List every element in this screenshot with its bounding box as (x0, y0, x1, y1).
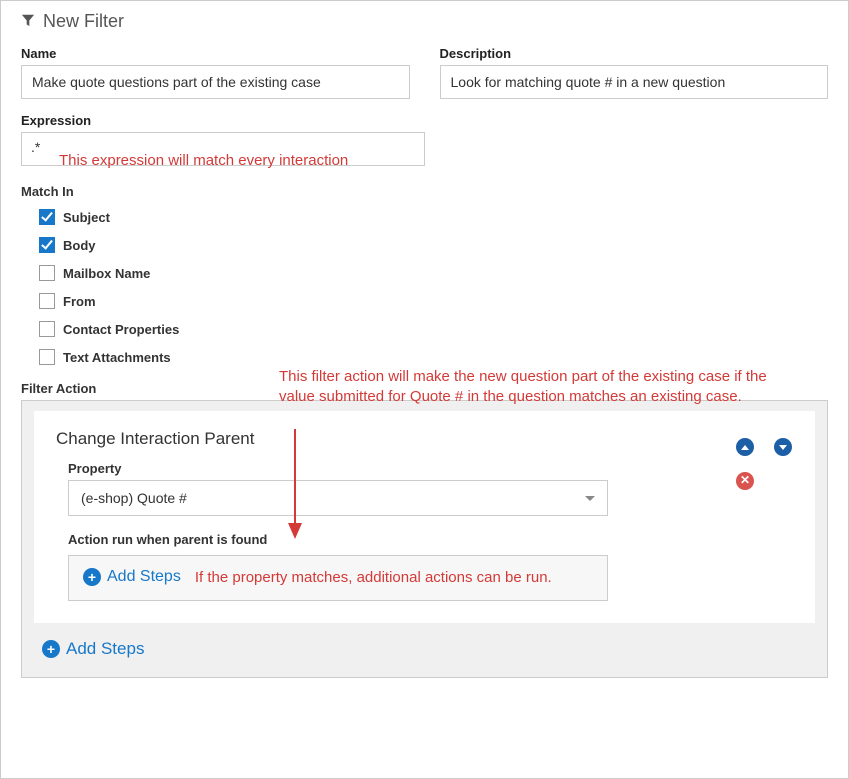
expression-input[interactable] (21, 132, 425, 166)
filter-action-label: Filter Action (21, 381, 828, 396)
add-steps-label: Add Steps (107, 568, 181, 586)
property-select-value: (e-shop) Quote # (81, 490, 187, 506)
checkbox-label: Subject (63, 210, 110, 225)
checkbox-subject[interactable] (39, 209, 55, 225)
checkbox-body[interactable] (39, 237, 55, 253)
property-select[interactable]: (e-shop) Quote # (68, 480, 608, 516)
checkbox-label: Text Attachments (63, 350, 171, 365)
chevron-down-icon (585, 496, 595, 501)
form-header: New Filter (21, 11, 828, 32)
checkbox-text-attachments[interactable] (39, 349, 55, 365)
plus-icon: + (42, 640, 60, 658)
match-item-body[interactable]: Body (21, 231, 828, 259)
match-in-list: Subject Body Mailbox Name From Contact P… (21, 203, 828, 371)
checkbox-label: Body (63, 238, 96, 253)
checkbox-from[interactable] (39, 293, 55, 309)
match-item-from[interactable]: From (21, 287, 828, 315)
annotation-substeps: If the property matches, additional acti… (195, 568, 552, 588)
filter-action-panel: Change Interaction Parent Property (e-sh… (21, 400, 828, 678)
move-down-button[interactable] (773, 437, 793, 457)
match-item-text-attachments[interactable]: Text Attachments (21, 343, 828, 371)
description-label: Description (440, 46, 829, 61)
description-input[interactable] (440, 65, 829, 99)
filter-icon (21, 11, 35, 32)
action-card: Change Interaction Parent Property (e-sh… (34, 411, 815, 623)
checkbox-mailbox-name[interactable] (39, 265, 55, 281)
arrow-down-icon (779, 445, 787, 450)
name-input[interactable] (21, 65, 410, 99)
match-item-mailbox-name[interactable]: Mailbox Name (21, 259, 828, 287)
match-item-contact-properties[interactable]: Contact Properties (21, 315, 828, 343)
new-filter-form: New Filter Name Description Expression .… (0, 0, 849, 779)
sub-action-label: Action run when parent is found (68, 532, 719, 547)
expression-value-display: .* (31, 139, 40, 155)
property-label: Property (68, 461, 719, 476)
checkbox-label: From (63, 294, 96, 309)
checkbox-label: Mailbox Name (63, 266, 150, 281)
arrow-up-icon (741, 445, 749, 450)
name-label: Name (21, 46, 410, 61)
action-card-title: Change Interaction Parent (56, 429, 719, 449)
match-item-subject[interactable]: Subject (21, 203, 828, 231)
sub-action-box: + Add Steps If the property matches, add… (68, 555, 608, 601)
close-icon: ✕ (740, 474, 750, 486)
add-steps-label: Add Steps (66, 639, 144, 659)
page-title: New Filter (43, 11, 124, 32)
expression-label: Expression (21, 113, 828, 128)
plus-icon: + (83, 568, 101, 586)
checkbox-contact-properties[interactable] (39, 321, 55, 337)
move-up-button[interactable] (735, 437, 755, 457)
match-in-label: Match In (21, 184, 828, 199)
add-steps-button-outer[interactable]: + Add Steps (42, 639, 144, 659)
delete-action-button[interactable]: ✕ (735, 471, 755, 491)
add-steps-button-inner[interactable]: + Add Steps (83, 568, 181, 586)
checkbox-label: Contact Properties (63, 322, 179, 337)
